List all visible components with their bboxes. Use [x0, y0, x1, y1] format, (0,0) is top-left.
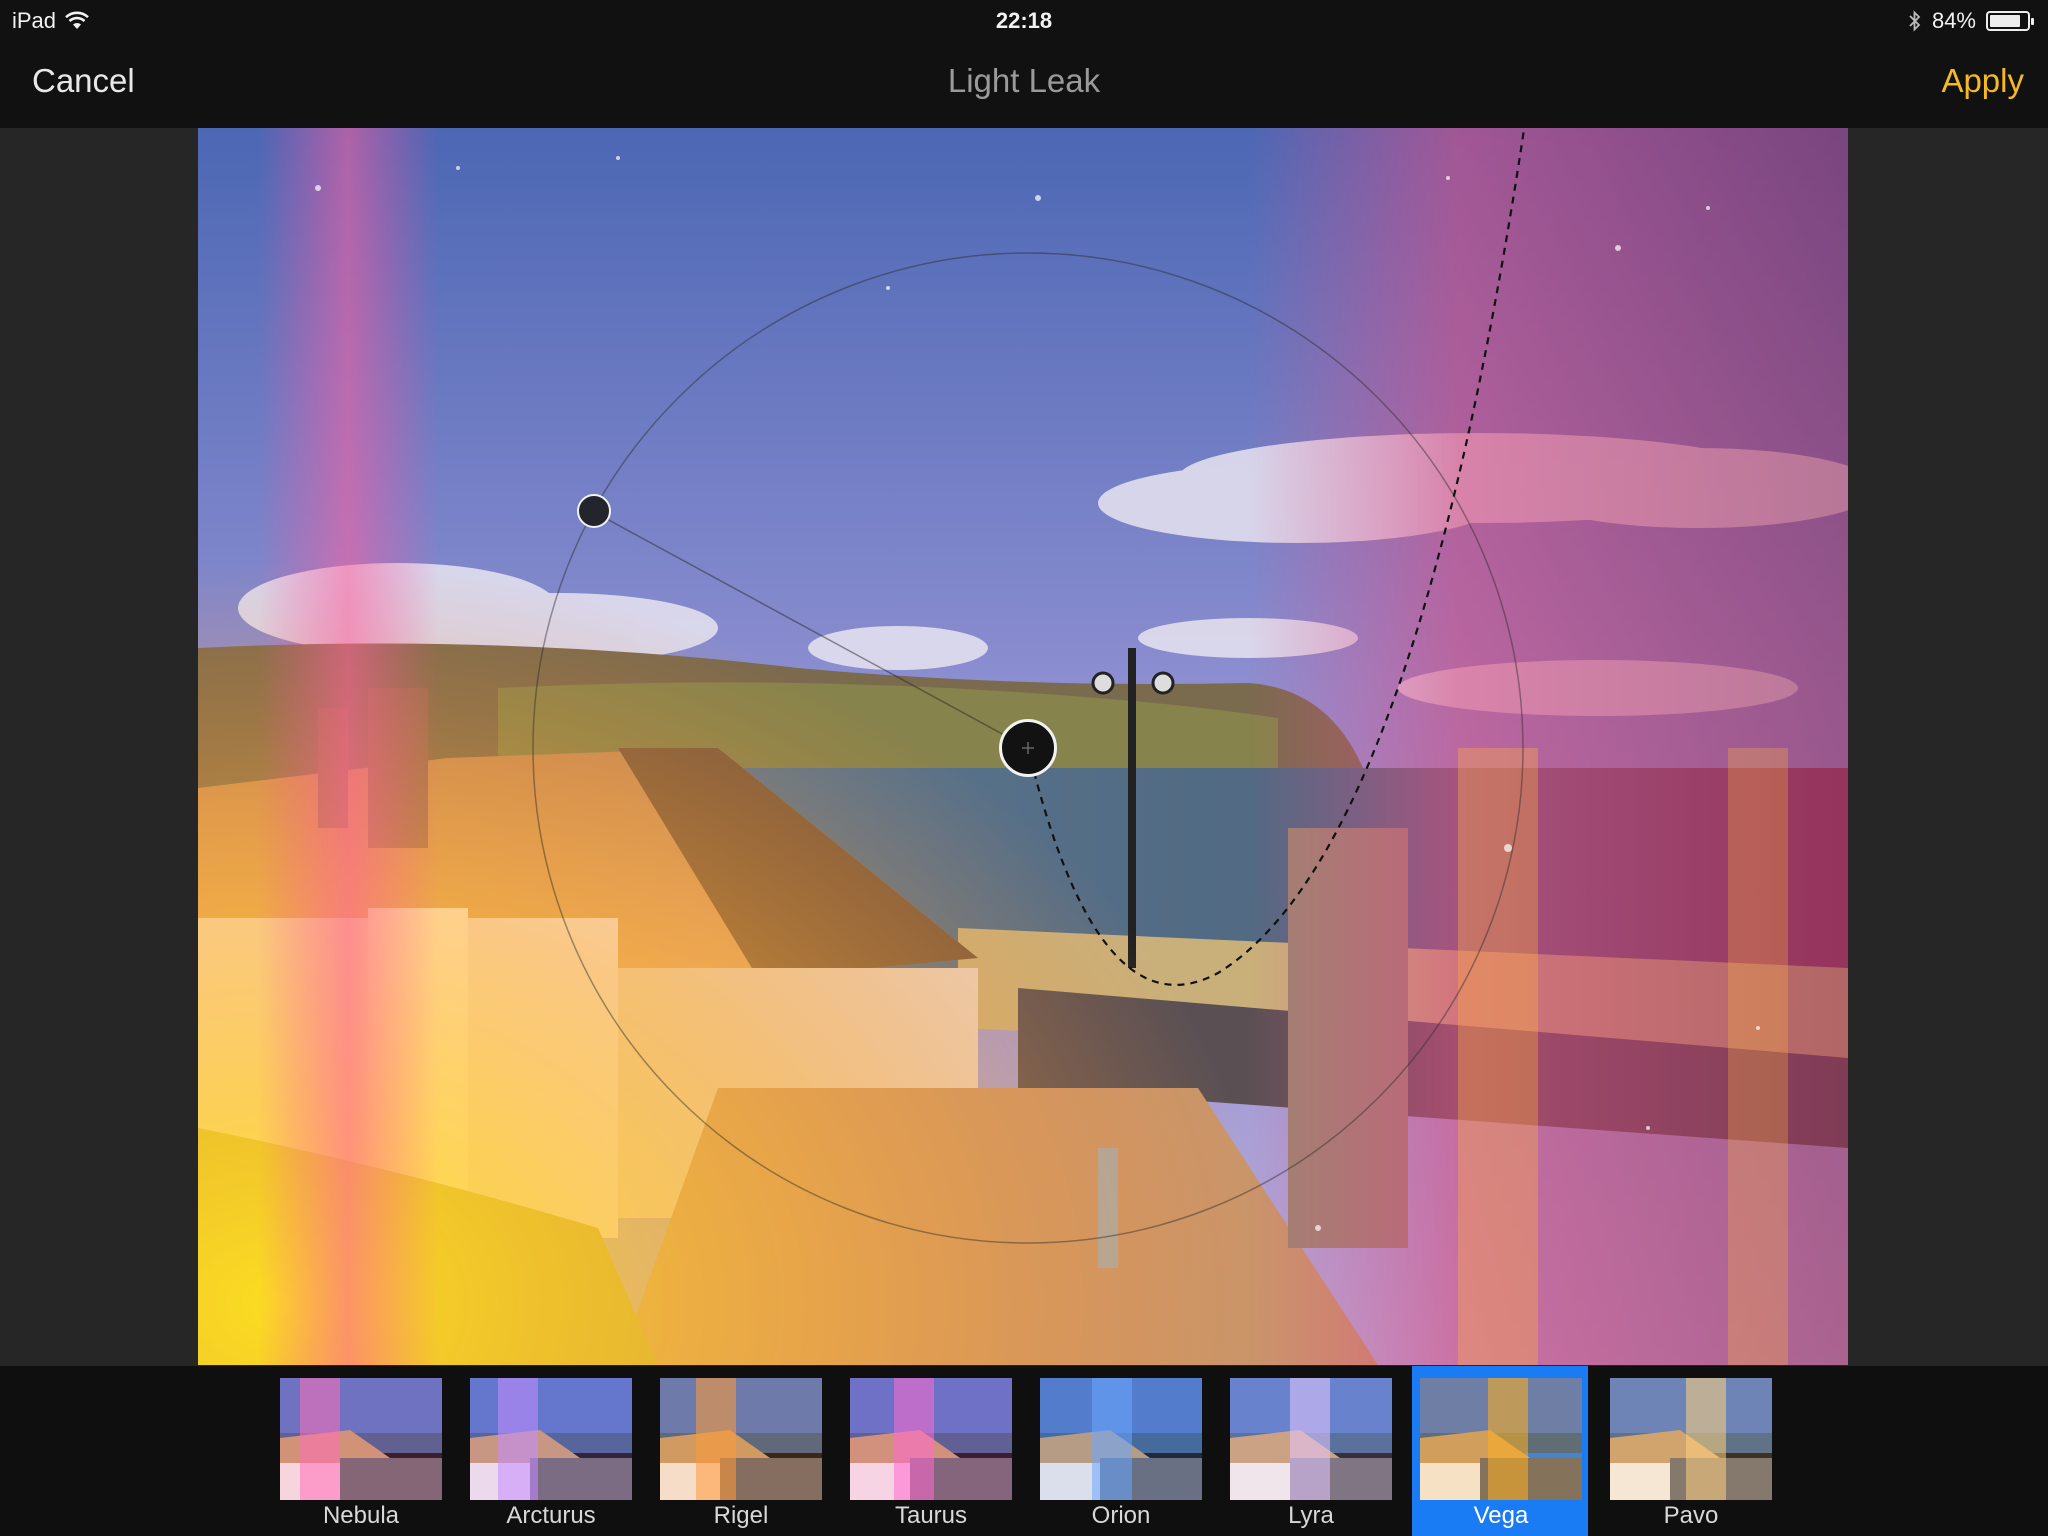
filter-thumb-lyra[interactable] — [1230, 1378, 1392, 1500]
status-right: 84% — [1908, 8, 2034, 34]
bluetooth-icon — [1909, 10, 1921, 32]
filter-label-lyra: Lyra — [1288, 1502, 1334, 1529]
filter-label-arcturus: Arcturus — [506, 1502, 596, 1529]
leak-angle-handle[interactable] — [577, 494, 611, 528]
filter-label-vega: Vega — [1473, 1502, 1529, 1529]
filter-thumb-pavo[interactable] — [1610, 1378, 1772, 1500]
filter-label-pavo: Pavo — [1663, 1502, 1719, 1529]
battery-icon — [1986, 11, 2034, 31]
filter-label-orion: Orion — [1091, 1502, 1151, 1529]
crosshair-icon — [1022, 742, 1034, 754]
photo-canvas[interactable] — [198, 128, 1848, 1365]
leak-center-handle[interactable] — [999, 719, 1057, 777]
filter-thumb-taurus[interactable] — [850, 1378, 1012, 1500]
filter-label-rigel: Rigel — [713, 1502, 769, 1529]
page-title: Light Leak — [947, 62, 1101, 99]
top-bar: iPad 22:18 84% Cancel Light Leak Apply — [0, 0, 2048, 128]
filter-thumb-arcturus[interactable] — [470, 1378, 632, 1500]
filter-thumb-nebula[interactable] — [280, 1378, 442, 1500]
filter-label-nebula: Nebula — [322, 1502, 400, 1529]
apply-button[interactable]: Apply — [1941, 62, 2024, 100]
filter-thumb-orion[interactable] — [1040, 1378, 1202, 1500]
status-time: 22:18 — [995, 8, 1053, 33]
leak-direction-curve — [1026, 128, 1526, 986]
filter-label-taurus: Taurus — [894, 1502, 968, 1529]
filter-strip: Nebula Arcturus Rigel Taurus Orion Lyra Vega Pa… — [0, 1366, 2048, 1536]
filter-thumb-vega[interactable] — [1420, 1378, 1582, 1500]
filter-thumb-rigel[interactable] — [660, 1378, 822, 1500]
battery-percent: 84% — [1931, 8, 1976, 33]
